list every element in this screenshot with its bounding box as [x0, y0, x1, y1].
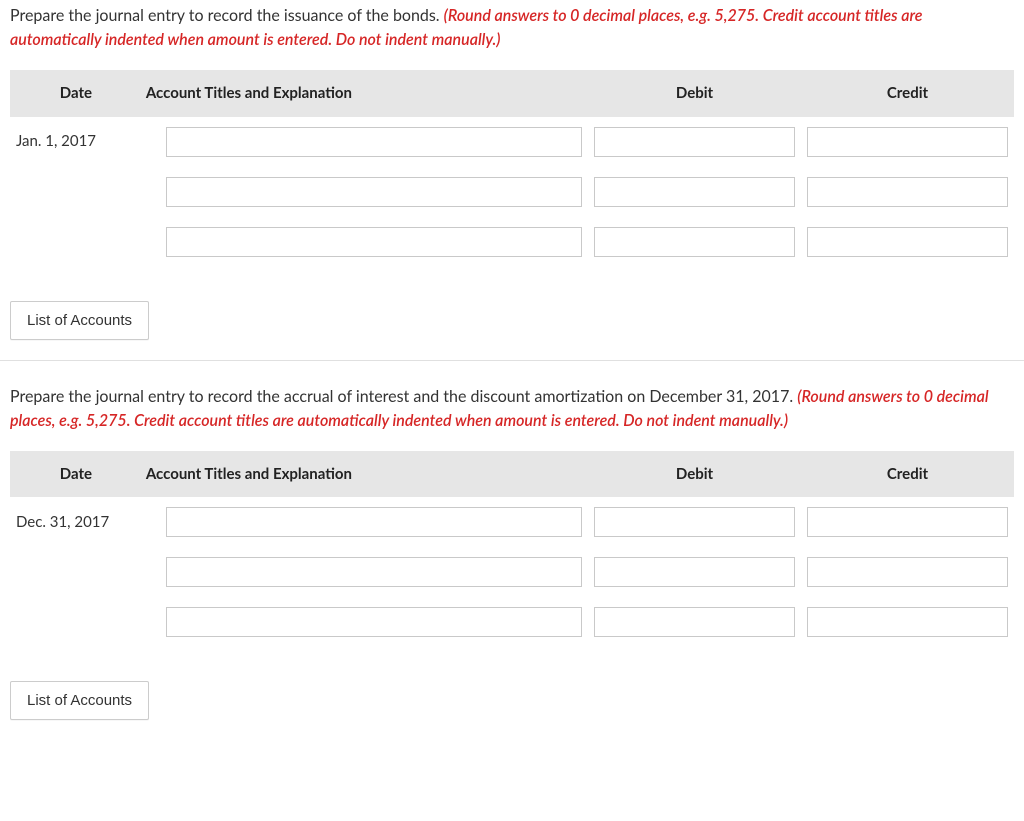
- date-cell: [10, 597, 142, 647]
- credit-input[interactable]: [807, 127, 1008, 157]
- debit-input[interactable]: [594, 227, 795, 257]
- table-row: [10, 217, 1014, 267]
- list-of-accounts-button[interactable]: List of Accounts: [10, 301, 149, 340]
- instruction-prefix: Prepare the journal entry to record the …: [10, 6, 444, 25]
- date-cell: [10, 167, 142, 217]
- debit-input[interactable]: [594, 177, 795, 207]
- account-title-input[interactable]: [166, 557, 582, 587]
- header-debit: Debit: [588, 70, 801, 117]
- journal-table-2: Date Account Titles and Explanation Debi…: [10, 451, 1014, 648]
- date-cell: Jan. 1, 2017: [10, 117, 142, 167]
- debit-input[interactable]: [594, 127, 795, 157]
- instruction-prefix: Prepare the journal entry to record the …: [10, 387, 797, 406]
- journal-section-1: Prepare the journal entry to record the …: [0, 0, 1024, 340]
- credit-input[interactable]: [807, 177, 1008, 207]
- header-acct: Account Titles and Explanation: [142, 70, 588, 117]
- credit-input[interactable]: [807, 507, 1008, 537]
- table-row: [10, 597, 1014, 647]
- table-row: [10, 547, 1014, 597]
- account-title-input[interactable]: [166, 507, 582, 537]
- table-row: [10, 167, 1014, 217]
- date-cell: [10, 217, 142, 267]
- instruction-text: Prepare the journal entry to record the …: [10, 385, 1014, 433]
- header-credit: Credit: [801, 451, 1014, 498]
- table-row: Dec. 31, 2017: [10, 497, 1014, 547]
- date-cell: Dec. 31, 2017: [10, 497, 142, 547]
- header-debit: Debit: [588, 451, 801, 498]
- credit-input[interactable]: [807, 227, 1008, 257]
- credit-input[interactable]: [807, 607, 1008, 637]
- account-title-input[interactable]: [166, 227, 582, 257]
- journal-table-1: Date Account Titles and Explanation Debi…: [10, 70, 1014, 267]
- header-credit: Credit: [801, 70, 1014, 117]
- date-cell: [10, 547, 142, 597]
- debit-input[interactable]: [594, 557, 795, 587]
- debit-input[interactable]: [594, 507, 795, 537]
- account-title-input[interactable]: [166, 127, 582, 157]
- header-acct: Account Titles and Explanation: [142, 451, 588, 498]
- account-title-input[interactable]: [166, 607, 582, 637]
- instruction-text: Prepare the journal entry to record the …: [10, 4, 1014, 52]
- credit-input[interactable]: [807, 557, 1008, 587]
- table-row: Jan. 1, 2017: [10, 117, 1014, 167]
- header-date: Date: [10, 70, 142, 117]
- account-title-input[interactable]: [166, 177, 582, 207]
- header-date: Date: [10, 451, 142, 498]
- list-of-accounts-button[interactable]: List of Accounts: [10, 681, 149, 720]
- journal-section-2: Prepare the journal entry to record the …: [0, 381, 1024, 721]
- debit-input[interactable]: [594, 607, 795, 637]
- section-divider: [0, 360, 1024, 361]
